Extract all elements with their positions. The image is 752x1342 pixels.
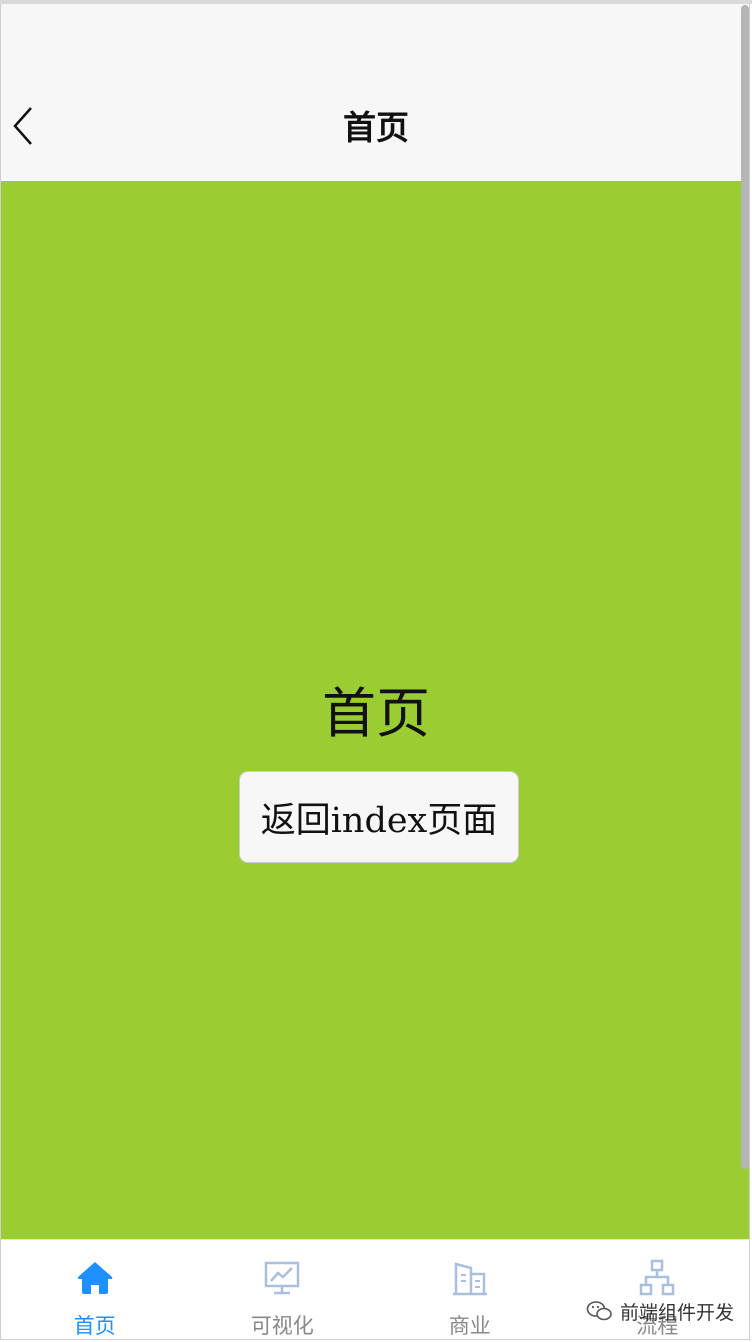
app-screen: 首页 首页 返回index页面 首页 可视化 商业 流程 xyxy=(0,0,750,1340)
back-to-index-button[interactable]: 返回index页面 xyxy=(239,771,519,863)
building-icon xyxy=(452,1262,487,1296)
bottom-tab-bar: 首页 可视化 商业 流程 xyxy=(1,1239,750,1339)
tab-home[interactable]: 首页 xyxy=(1,1240,189,1339)
watermark-text: 前端组件开发 xyxy=(620,1301,735,1324)
tab-business[interactable]: 商业 xyxy=(376,1240,564,1339)
navigation-bar: 首页 xyxy=(1,1,749,181)
scrollbar[interactable] xyxy=(741,5,749,1169)
tab-label: 可视化 xyxy=(250,1314,314,1338)
tab-process[interactable]: 流程 xyxy=(564,1240,750,1339)
window-top-edge xyxy=(0,0,752,4)
tab-label: 商业 xyxy=(448,1314,491,1338)
page-title: 首页 xyxy=(343,108,409,147)
watermark: 前端组件开发 xyxy=(586,1298,734,1324)
home-icon xyxy=(77,1262,113,1294)
tab-visualization[interactable]: 可视化 xyxy=(189,1240,377,1339)
tab-label: 首页 xyxy=(73,1314,116,1338)
monitor-chart-icon xyxy=(265,1261,300,1295)
main-content: 首页 返回index页面 xyxy=(1,181,749,1239)
flowchart-icon xyxy=(640,1259,675,1296)
page-heading: 首页 xyxy=(322,682,430,745)
wechat-icon xyxy=(586,1301,612,1321)
